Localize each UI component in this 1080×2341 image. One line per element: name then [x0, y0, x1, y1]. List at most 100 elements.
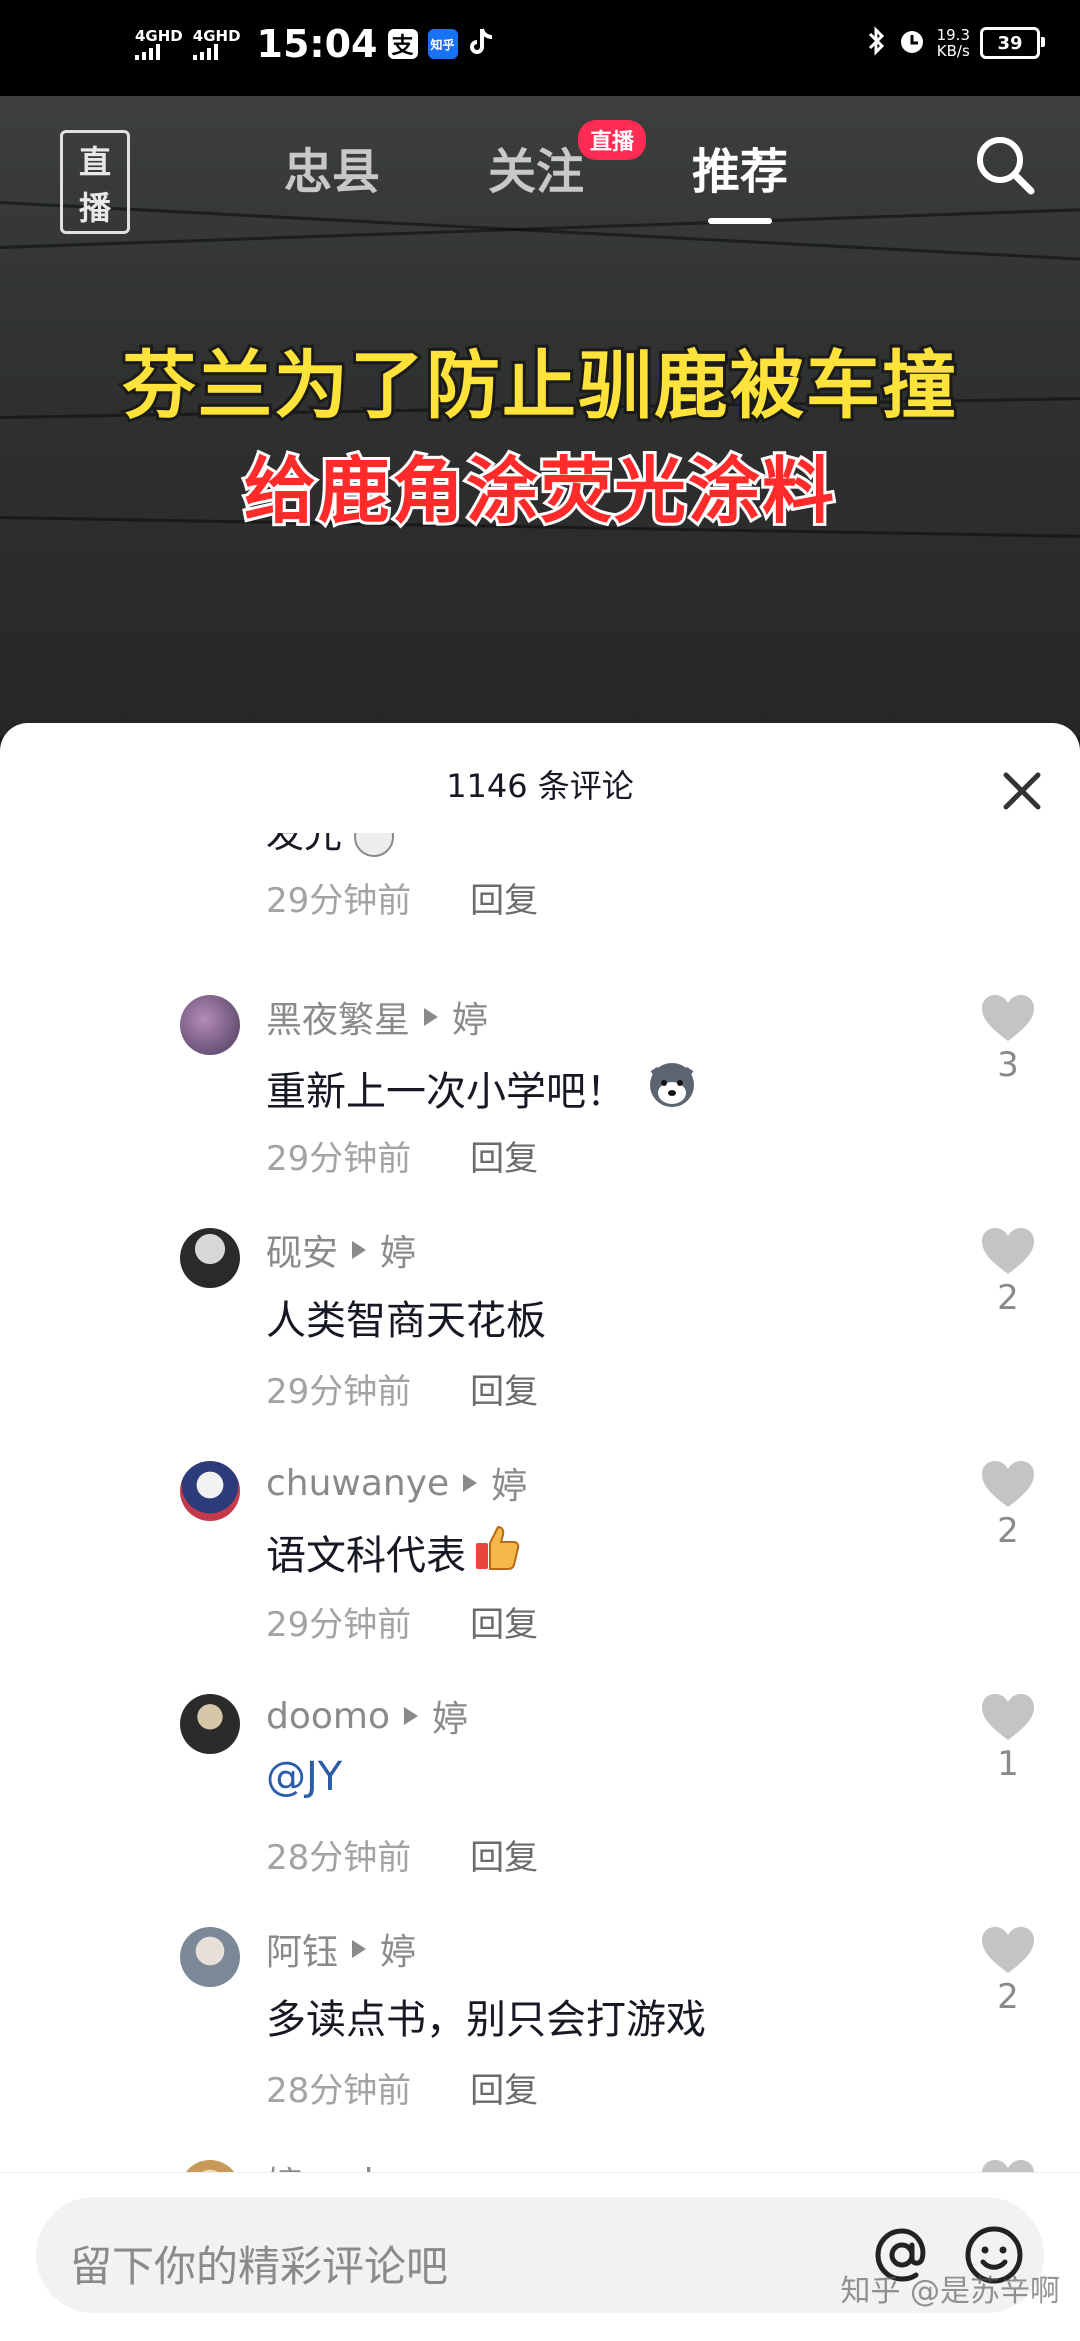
signal-bars-icon [135, 43, 160, 60]
comment-meta: 29分钟前 回复 [266, 1597, 538, 1646]
heart-icon [982, 1927, 1034, 1973]
clock: 15:04 [256, 22, 378, 66]
heart-icon [982, 1228, 1034, 1274]
comment-text-line: 语文科代表 [266, 1521, 522, 1583]
battery-level: 39 [997, 32, 1023, 54]
comments-count-title: 1146 条评论 [446, 767, 634, 805]
status-bar: 4GHD 4GHD 15:04 支 知乎 19.3 KB/s 39 [0, 0, 1080, 96]
status-right: 19.3 KB/s 39 [867, 26, 1045, 60]
live-entry-label: 直播 [60, 130, 130, 234]
reply-target[interactable]: 婷 [432, 1690, 468, 1742]
like-count: 1 [997, 1744, 1019, 1784]
comment-meta: 29分钟前 回复 [266, 873, 538, 922]
status-left: 4GHD 4GHD 15:04 支 知乎 [135, 22, 494, 66]
heart-icon [982, 1461, 1034, 1507]
top-navigation: 直播 忠县 关注 直播 推荐 [0, 96, 1080, 234]
video-headline-2: 给鹿角涂荧光涂料 [241, 446, 837, 536]
video-player[interactable]: 直播 忠县 关注 直播 推荐 芬兰为了防止驯鹿被车撞 给鹿角涂荧光涂料 [0, 96, 1080, 736]
comment-input-bar: 留下你的精彩评论吧 [0, 2172, 1080, 2341]
comment-author-line: 砚安 婷 [266, 1224, 416, 1276]
like-button[interactable]: 2 [978, 1226, 1038, 1318]
comment-time: 29分钟前 [266, 1139, 412, 1179]
comment-text: 重新上一次小学吧！ [266, 1069, 626, 1115]
avatar[interactable] [180, 1461, 240, 1521]
heart-icon [982, 995, 1034, 1041]
comment-input-placeholder: 留下你的精彩评论吧 [70, 2242, 449, 2291]
comment-text: 语文科代表 [266, 1533, 466, 1579]
comment-author[interactable]: chuwanye [266, 1463, 449, 1504]
heart-icon [982, 1694, 1034, 1740]
video-headline-1: 芬兰为了防止驯鹿被车撞 [119, 340, 959, 432]
comment-item: 黑夜繁星 婷 重新上一次小学吧！ 29分钟前 回复 3 [0, 983, 1080, 1215]
reply-button[interactable]: 回复 [470, 1838, 538, 1878]
comment-text-line: @JY [266, 1754, 342, 1800]
reply-target[interactable]: 婷 [380, 1923, 416, 1975]
comment-meta: 29分钟前 回复 [266, 1364, 538, 1413]
like-button[interactable]: 2 [978, 1459, 1038, 1551]
search-icon[interactable] [970, 130, 1040, 200]
comment-text-line: 多读点书，别只会打游戏 [266, 1987, 706, 2045]
close-icon[interactable] [994, 763, 1050, 819]
reply-target[interactable]: 婷 [491, 1457, 527, 1509]
reply-arrow-icon [463, 1474, 478, 1492]
like-count: 2 [997, 1977, 1019, 2017]
comment-author-line: chuwanye 婷 [266, 1457, 527, 1509]
comments-sheet: 1146 条评论 发光 29分钟前 回复 黑夜繁星 婷 重新上一次小学吧！ 29… [0, 723, 1080, 2340]
reply-button[interactable]: 回复 [470, 1605, 538, 1645]
battery-icon: 39 [980, 27, 1045, 59]
comment-author-line: doomo 婷 [266, 1690, 468, 1742]
avatar[interactable] [180, 1927, 240, 1987]
comment-author[interactable]: 砚安 [266, 1224, 338, 1276]
like-button[interactable]: 3 [978, 993, 1038, 1085]
signal-bars-icon [192, 43, 218, 60]
reply-arrow-icon [404, 1707, 418, 1725]
reply-button[interactable]: 回复 [470, 881, 538, 921]
like-button[interactable]: 2 [978, 1925, 1038, 2017]
bluetooth-icon [867, 26, 887, 60]
comment-meta: 28分钟前 回复 [266, 2063, 538, 2112]
comment-time: 29分钟前 [266, 1605, 412, 1645]
pay-app-icon: 支 [387, 29, 418, 59]
like-count: 3 [997, 1045, 1019, 1085]
reply-target[interactable]: 婷 [380, 1224, 416, 1276]
reply-target[interactable]: 婷 [452, 991, 488, 1043]
reply-button[interactable]: 回复 [470, 2071, 538, 2111]
comment-item: 砚安 婷 人类智商天花板 29分钟前 回复 2 [0, 1216, 1080, 1448]
avatar[interactable] [180, 1694, 240, 1754]
tab-recommended[interactable]: 推荐 [692, 132, 788, 224]
live-badge: 直播 [578, 120, 647, 160]
comment-item: doomo 婷 @JY 28分钟前 回复 1 [0, 1682, 1080, 1883]
zhihu-app-icon: 知乎 [427, 29, 458, 59]
reply-arrow-icon [352, 1241, 367, 1259]
tab-local[interactable]: 忠县 [284, 132, 380, 202]
comment-author-line: 黑夜繁星 婷 [266, 991, 488, 1043]
comment-author[interactable]: 黑夜繁星 [266, 991, 410, 1043]
comment-author-line: 阿钰 婷 [266, 1923, 416, 1975]
network-type-2: 4GHD [192, 26, 241, 45]
comment-meta: 28分钟前 回复 [266, 1830, 538, 1879]
signal-1: 4GHD [135, 28, 183, 60]
husky-emoji-icon [644, 1055, 700, 1121]
alarm-icon [897, 26, 927, 60]
comment-author[interactable]: doomo [266, 1696, 390, 1737]
like-button[interactable]: 1 [978, 1692, 1038, 1784]
comment-time: 28分钟前 [266, 2071, 412, 2111]
comment-time: 29分钟前 [266, 1372, 412, 1412]
smile-emoji-icon [354, 833, 395, 857]
tab-following[interactable]: 关注 [488, 132, 584, 202]
comment-author[interactable]: 阿钰 [266, 1923, 338, 1975]
avatar[interactable] [180, 1228, 240, 1288]
reply-button[interactable]: 回复 [470, 1372, 538, 1412]
like-count: 2 [997, 1278, 1019, 1318]
comment-item: chuwanye 婷 语文科代表 29分钟前 回复 2 [0, 1449, 1080, 1681]
reply-button[interactable]: 回复 [470, 1139, 538, 1179]
comments-list[interactable]: 发光 29分钟前 回复 黑夜繁星 婷 重新上一次小学吧！ 29分钟前 回复 3 … [0, 833, 1080, 1883]
thumbs-up-emoji-icon [470, 1521, 522, 1583]
avatar[interactable] [180, 995, 240, 1055]
live-entry-icon[interactable]: 直播 [60, 130, 130, 234]
mention-link[interactable]: @JY [266, 1754, 342, 1800]
speed-value: 19.3 [936, 26, 970, 44]
speed-unit: KB/s [936, 42, 970, 60]
cut-off-comment-text: 发光 [266, 833, 395, 858]
network-speed: 19.3 KB/s [937, 27, 970, 59]
